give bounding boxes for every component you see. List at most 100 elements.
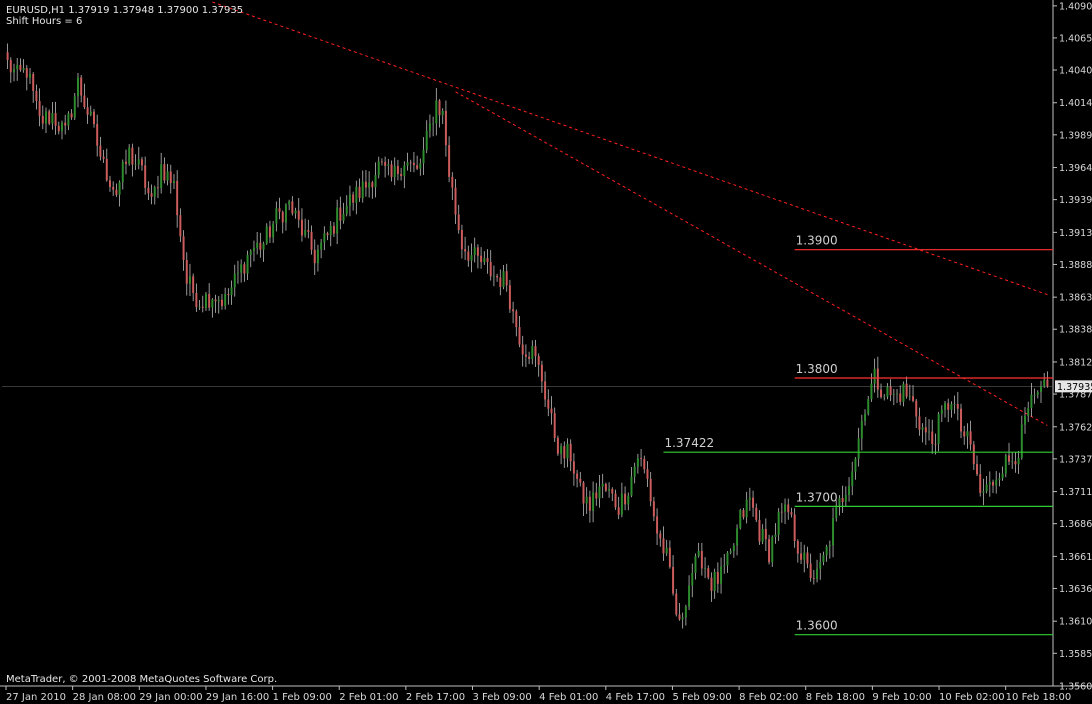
- candle-body[interactable]: [746, 500, 748, 517]
- candle-body[interactable]: [870, 384, 872, 399]
- candle-body[interactable]: [74, 96, 76, 117]
- candle-body[interactable]: [605, 484, 607, 491]
- candle-body[interactable]: [797, 541, 799, 554]
- candle-body[interactable]: [707, 568, 709, 577]
- candle-body[interactable]: [915, 401, 917, 417]
- candle-body[interactable]: [794, 515, 796, 542]
- candle-body[interactable]: [752, 498, 754, 508]
- candle-body[interactable]: [1046, 380, 1048, 387]
- candle-body[interactable]: [16, 65, 18, 69]
- candle-body[interactable]: [970, 431, 972, 444]
- candle-body[interactable]: [755, 508, 757, 520]
- candle-body[interactable]: [125, 162, 127, 164]
- candle-body[interactable]: [266, 226, 268, 243]
- candle-body[interactable]: [998, 478, 1000, 480]
- candle-body[interactable]: [730, 551, 732, 553]
- candle-body[interactable]: [61, 123, 63, 132]
- candle-body[interactable]: [269, 226, 271, 237]
- candle-body[interactable]: [637, 458, 639, 466]
- candle-body[interactable]: [365, 182, 367, 188]
- candle-body[interactable]: [464, 249, 466, 251]
- candle-body[interactable]: [922, 427, 924, 429]
- candle-body[interactable]: [51, 113, 53, 124]
- candle-body[interactable]: [896, 393, 898, 394]
- candle-body[interactable]: [547, 399, 549, 408]
- candle-body[interactable]: [119, 182, 121, 195]
- candle-body[interactable]: [343, 214, 345, 221]
- candle-body[interactable]: [570, 444, 572, 462]
- candle-body[interactable]: [701, 551, 703, 569]
- candle-body[interactable]: [483, 258, 485, 262]
- candle-body[interactable]: [774, 535, 776, 537]
- candle-body[interactable]: [621, 494, 623, 515]
- candle-body[interactable]: [426, 131, 428, 150]
- candle-body[interactable]: [653, 501, 655, 516]
- candle-body[interactable]: [227, 294, 229, 295]
- candle-body[interactable]: [541, 365, 543, 382]
- candle-body[interactable]: [669, 548, 671, 567]
- candle-body[interactable]: [819, 562, 821, 569]
- candle-body[interactable]: [954, 404, 956, 405]
- candle-body[interactable]: [1040, 386, 1042, 392]
- candle-body[interactable]: [359, 187, 361, 198]
- candle-body[interactable]: [979, 474, 981, 493]
- candle-body[interactable]: [1005, 455, 1007, 473]
- candle-body[interactable]: [115, 190, 117, 195]
- candle-body[interactable]: [144, 165, 146, 187]
- candle-body[interactable]: [931, 432, 933, 444]
- candle-body[interactable]: [682, 618, 684, 620]
- candle-body[interactable]: [845, 495, 847, 502]
- candle-body[interactable]: [106, 159, 108, 180]
- candle-body[interactable]: [160, 164, 162, 188]
- candle-body[interactable]: [259, 243, 261, 250]
- candle-body[interactable]: [311, 232, 313, 250]
- candle-body[interactable]: [231, 287, 233, 295]
- candle-body[interactable]: [515, 311, 517, 327]
- candle-body[interactable]: [720, 566, 722, 583]
- candle-body[interactable]: [186, 260, 188, 284]
- candle-body[interactable]: [1008, 455, 1010, 461]
- candle-body[interactable]: [362, 182, 364, 198]
- candle-body[interactable]: [864, 414, 866, 421]
- candle-body[interactable]: [618, 507, 620, 514]
- candle-body[interactable]: [691, 573, 693, 586]
- candle-body[interactable]: [598, 487, 600, 499]
- candle-body[interactable]: [170, 171, 172, 183]
- candle-body[interactable]: [582, 483, 584, 504]
- candle-body[interactable]: [10, 60, 12, 72]
- candle-body[interactable]: [551, 409, 553, 413]
- candle-body[interactable]: [877, 369, 879, 390]
- candle-body[interactable]: [678, 614, 680, 619]
- candle-body[interactable]: [1002, 474, 1004, 479]
- candle-body[interactable]: [208, 294, 210, 308]
- candle-body[interactable]: [173, 181, 175, 183]
- candle-body[interactable]: [48, 111, 50, 123]
- candle-body[interactable]: [90, 112, 92, 115]
- candle-body[interactable]: [416, 165, 418, 169]
- candle-body[interactable]: [611, 489, 613, 494]
- candle-body[interactable]: [912, 396, 914, 401]
- candle-body[interactable]: [592, 493, 594, 511]
- candle-body[interactable]: [535, 346, 537, 356]
- candle-body[interactable]: [672, 567, 674, 594]
- candle-body[interactable]: [506, 271, 508, 285]
- candle-body[interactable]: [327, 233, 329, 235]
- candle-body[interactable]: [528, 357, 530, 359]
- candle-body[interactable]: [202, 307, 204, 308]
- candle-body[interactable]: [179, 215, 181, 236]
- candle-body[interactable]: [503, 271, 505, 287]
- candle-body[interactable]: [234, 274, 236, 288]
- candle-body[interactable]: [832, 518, 834, 545]
- candle-body[interactable]: [893, 394, 895, 395]
- candle-body[interactable]: [189, 276, 191, 283]
- candle-body[interactable]: [32, 74, 34, 91]
- candle-body[interactable]: [726, 553, 728, 566]
- candle-body[interactable]: [909, 396, 911, 397]
- candle-body[interactable]: [35, 91, 37, 101]
- candle-body[interactable]: [221, 300, 223, 306]
- candle-body[interactable]: [39, 101, 41, 116]
- candle-body[interactable]: [986, 485, 988, 492]
- candle-body[interactable]: [304, 230, 306, 235]
- candle-body[interactable]: [384, 162, 386, 166]
- candle-body[interactable]: [573, 461, 575, 473]
